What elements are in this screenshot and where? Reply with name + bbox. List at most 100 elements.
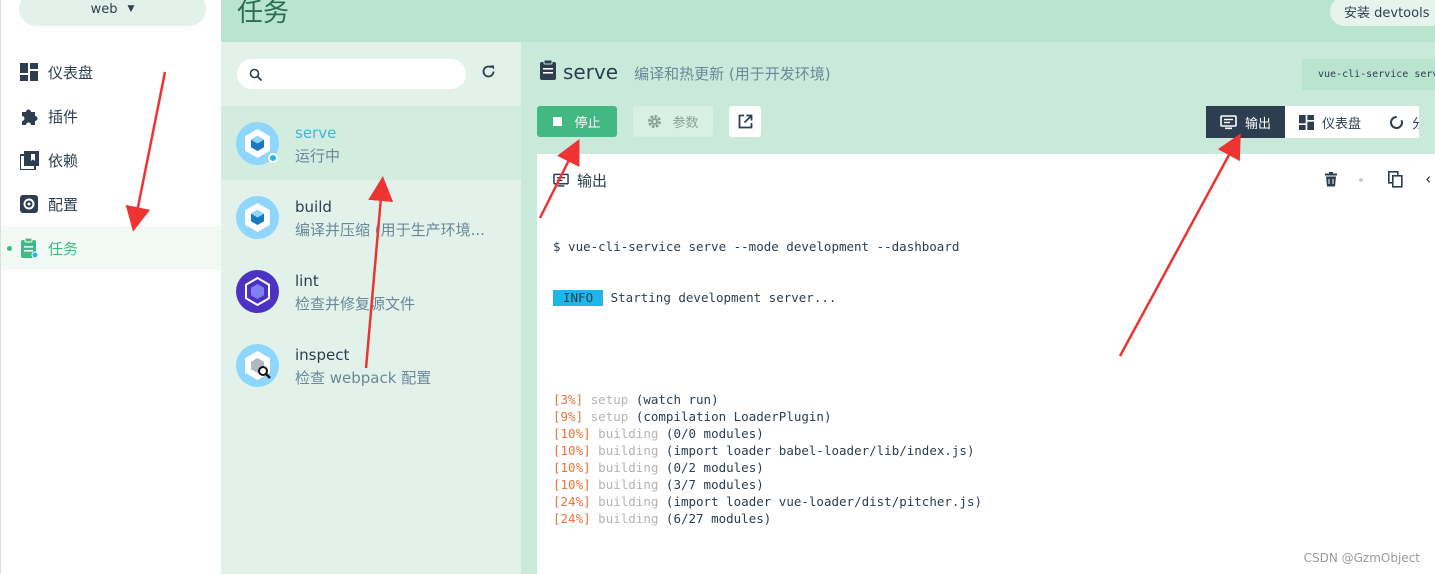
log-step: building	[598, 511, 659, 526]
log-detail: (import loader vue-loader/dist/pitcher.j…	[665, 494, 982, 509]
log-step: building	[598, 494, 659, 509]
sidebar: web ▼ 仪表盘 插件 依赖 配置 任务	[0, 0, 222, 574]
tab-analyze[interactable]: 分析	[1375, 106, 1420, 138]
puzzle-icon	[19, 106, 39, 126]
log-step: building	[598, 426, 659, 441]
log-line: [3%] setup (watch run)	[553, 391, 982, 408]
log-percent: [9%]	[553, 409, 584, 424]
open-in-browser-button[interactable]	[729, 106, 761, 137]
task-header: serve 编译和热更新 (用于开发环境)	[539, 59, 831, 84]
task-item-lint[interactable]: lint 检查并修复源文件	[221, 254, 521, 328]
task-name: serve	[295, 124, 337, 142]
log-line: [10%] building (0/2 modules)	[553, 459, 982, 476]
sidebar-item-label: 依赖	[48, 151, 79, 170]
log-detail: (6/27 modules)	[665, 511, 772, 526]
refresh-icon[interactable]	[481, 64, 496, 83]
sidebar-item-config[interactable]: 配置	[1, 182, 222, 226]
log-line: [10%] building (3/7 modules)	[553, 476, 982, 493]
running-status-dot	[268, 153, 278, 163]
install-devtools-button[interactable]: 安装 devtools	[1330, 0, 1435, 26]
project-name: web	[90, 1, 118, 17]
task-desc: 编译并压缩 (用于生产环境...	[295, 221, 485, 239]
project-selector[interactable]: web ▼	[19, 0, 206, 26]
scroll-bottom-icon[interactable]	[1425, 172, 1435, 187]
log-line: [24%] building (6/27 modules)	[553, 510, 982, 527]
log-percent: [10%]	[553, 460, 591, 475]
sidebar-item-label: 仪表盘	[48, 63, 94, 82]
trash-icon[interactable]	[1325, 172, 1337, 187]
task-list-panel: serve 运行中 build 编译并压缩 (用于生产环境... lint 检查…	[221, 42, 521, 574]
external-link-icon	[738, 114, 753, 129]
log-step: building	[598, 460, 659, 475]
monitor-icon	[1220, 114, 1237, 130]
log-detail: (watch run)	[635, 392, 719, 407]
gear-icon	[647, 114, 662, 129]
task-desc: 检查并修复源文件	[295, 295, 416, 313]
log-detail: (3/7 modules)	[665, 477, 764, 492]
log-step: setup	[590, 409, 629, 424]
tab-output[interactable]: 输出	[1206, 106, 1286, 138]
terminal-title: 输出	[577, 172, 608, 190]
command-tag: vue-cli-service serve	[1302, 59, 1435, 90]
info-text: Starting development server...	[603, 290, 837, 305]
sidebar-nav: 仪表盘 插件 依赖 配置 任务	[1, 50, 222, 270]
clipboard-icon	[539, 59, 557, 84]
log-percent: [24%]	[553, 494, 591, 509]
sidebar-item-label: 配置	[48, 195, 79, 214]
stop-button[interactable]: 停止	[537, 106, 617, 137]
tab-label: 仪表盘	[1322, 116, 1362, 132]
stop-label: 停止	[574, 116, 601, 131]
tab-dashboard[interactable]: 仪表盘	[1285, 106, 1376, 138]
copy-icon[interactable]	[1388, 171, 1403, 188]
top-header: 任务 安装 devtools	[221, 0, 1435, 42]
task-desc: 运行中	[295, 147, 341, 165]
log-step: building	[598, 443, 659, 458]
dependencies-icon	[19, 150, 39, 170]
params-label: 参数	[672, 116, 699, 131]
webpack-icon	[236, 196, 279, 239]
terminal-actions	[1325, 171, 1435, 188]
log-detail: (0/0 modules)	[665, 426, 764, 441]
sidebar-item-plugins[interactable]: 插件	[1, 94, 222, 138]
caret-down-icon: ▼	[127, 4, 135, 14]
log-step: building	[598, 477, 659, 492]
log-detail: (0/2 modules)	[665, 460, 764, 475]
terminal-header: 输出	[553, 170, 607, 191]
task-item-inspect[interactable]: inspect 检查 webpack 配置	[221, 328, 521, 402]
task-description: 编译和热更新 (用于开发环境)	[634, 65, 831, 83]
task-title: serve	[563, 60, 619, 84]
sidebar-item-label: 插件	[48, 107, 79, 126]
search-icon	[249, 67, 263, 86]
sidebar-item-label: 任务	[48, 239, 79, 258]
log-detail: (import loader babel-loader/lib/index.js…	[665, 443, 975, 458]
dashboard-icon	[1299, 114, 1315, 130]
tab-label: 输出	[1245, 116, 1272, 132]
sidebar-item-dependencies[interactable]: 依赖	[1, 138, 222, 182]
eslint-icon	[236, 270, 279, 313]
sidebar-item-tasks[interactable]: 任务	[1, 226, 222, 270]
log-line: [9%] setup (compilation LoaderPlugin)	[553, 408, 982, 425]
watermark: CSDN @GzmObject	[1303, 551, 1420, 565]
params-button[interactable]: 参数	[633, 106, 713, 137]
task-name: lint	[295, 272, 319, 290]
log-line: [24%] building (import loader vue-loader…	[553, 493, 982, 510]
log-percent: [3%]	[553, 392, 584, 407]
dashboard-icon	[19, 62, 39, 82]
task-item-build[interactable]: build 编译并压缩 (用于生产环境...	[221, 180, 521, 254]
log-step: setup	[590, 392, 629, 407]
log-percent: [10%]	[553, 477, 591, 492]
stop-icon	[553, 117, 563, 126]
command-line: $ vue-cli-service serve --mode developme…	[553, 239, 960, 254]
search-input[interactable]	[237, 59, 466, 89]
view-tabs: 输出 仪表盘 分析	[1206, 106, 1420, 138]
log-line: [10%] building (import loader babel-load…	[553, 442, 982, 459]
log-percent: [10%]	[553, 443, 591, 458]
analyze-icon	[1389, 115, 1404, 130]
tab-label: 分析	[1412, 116, 1420, 132]
task-item-serve[interactable]: serve 运行中	[221, 106, 521, 180]
terminal-output: $ vue-cli-service serve --mode developme…	[553, 204, 982, 561]
sidebar-item-dashboard[interactable]: 仪表盘	[1, 50, 222, 94]
search-row	[221, 42, 521, 106]
output-terminal: 输出 $ vue-cli-service serve --mode develo…	[537, 154, 1435, 574]
